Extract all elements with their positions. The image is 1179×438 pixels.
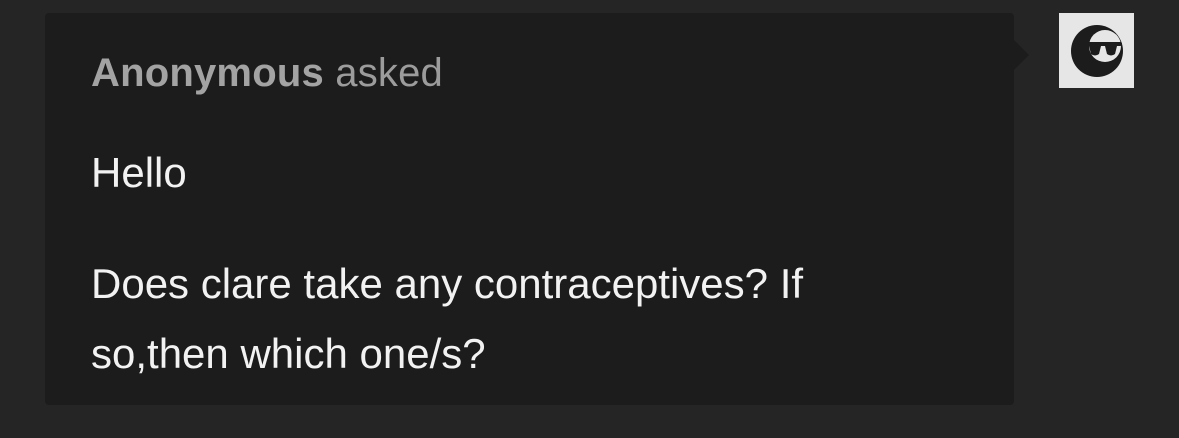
- asker-name: Anonymous: [91, 51, 324, 95]
- asker-line: Anonymous asked: [91, 49, 443, 97]
- asker-avatar[interactable]: [1059, 13, 1134, 88]
- ask-bubble: Anonymous asked Hello Does clare take an…: [45, 13, 1014, 405]
- question-greeting: Hello: [91, 149, 187, 196]
- asked-label: asked: [335, 51, 443, 95]
- question-body: Does clare take any contraceptives? If s…: [91, 260, 804, 377]
- bubble-tail: [1014, 40, 1029, 70]
- ask-post: Anonymous asked Hello Does clare take an…: [0, 0, 1179, 438]
- sunglasses-face-icon: [1070, 24, 1123, 77]
